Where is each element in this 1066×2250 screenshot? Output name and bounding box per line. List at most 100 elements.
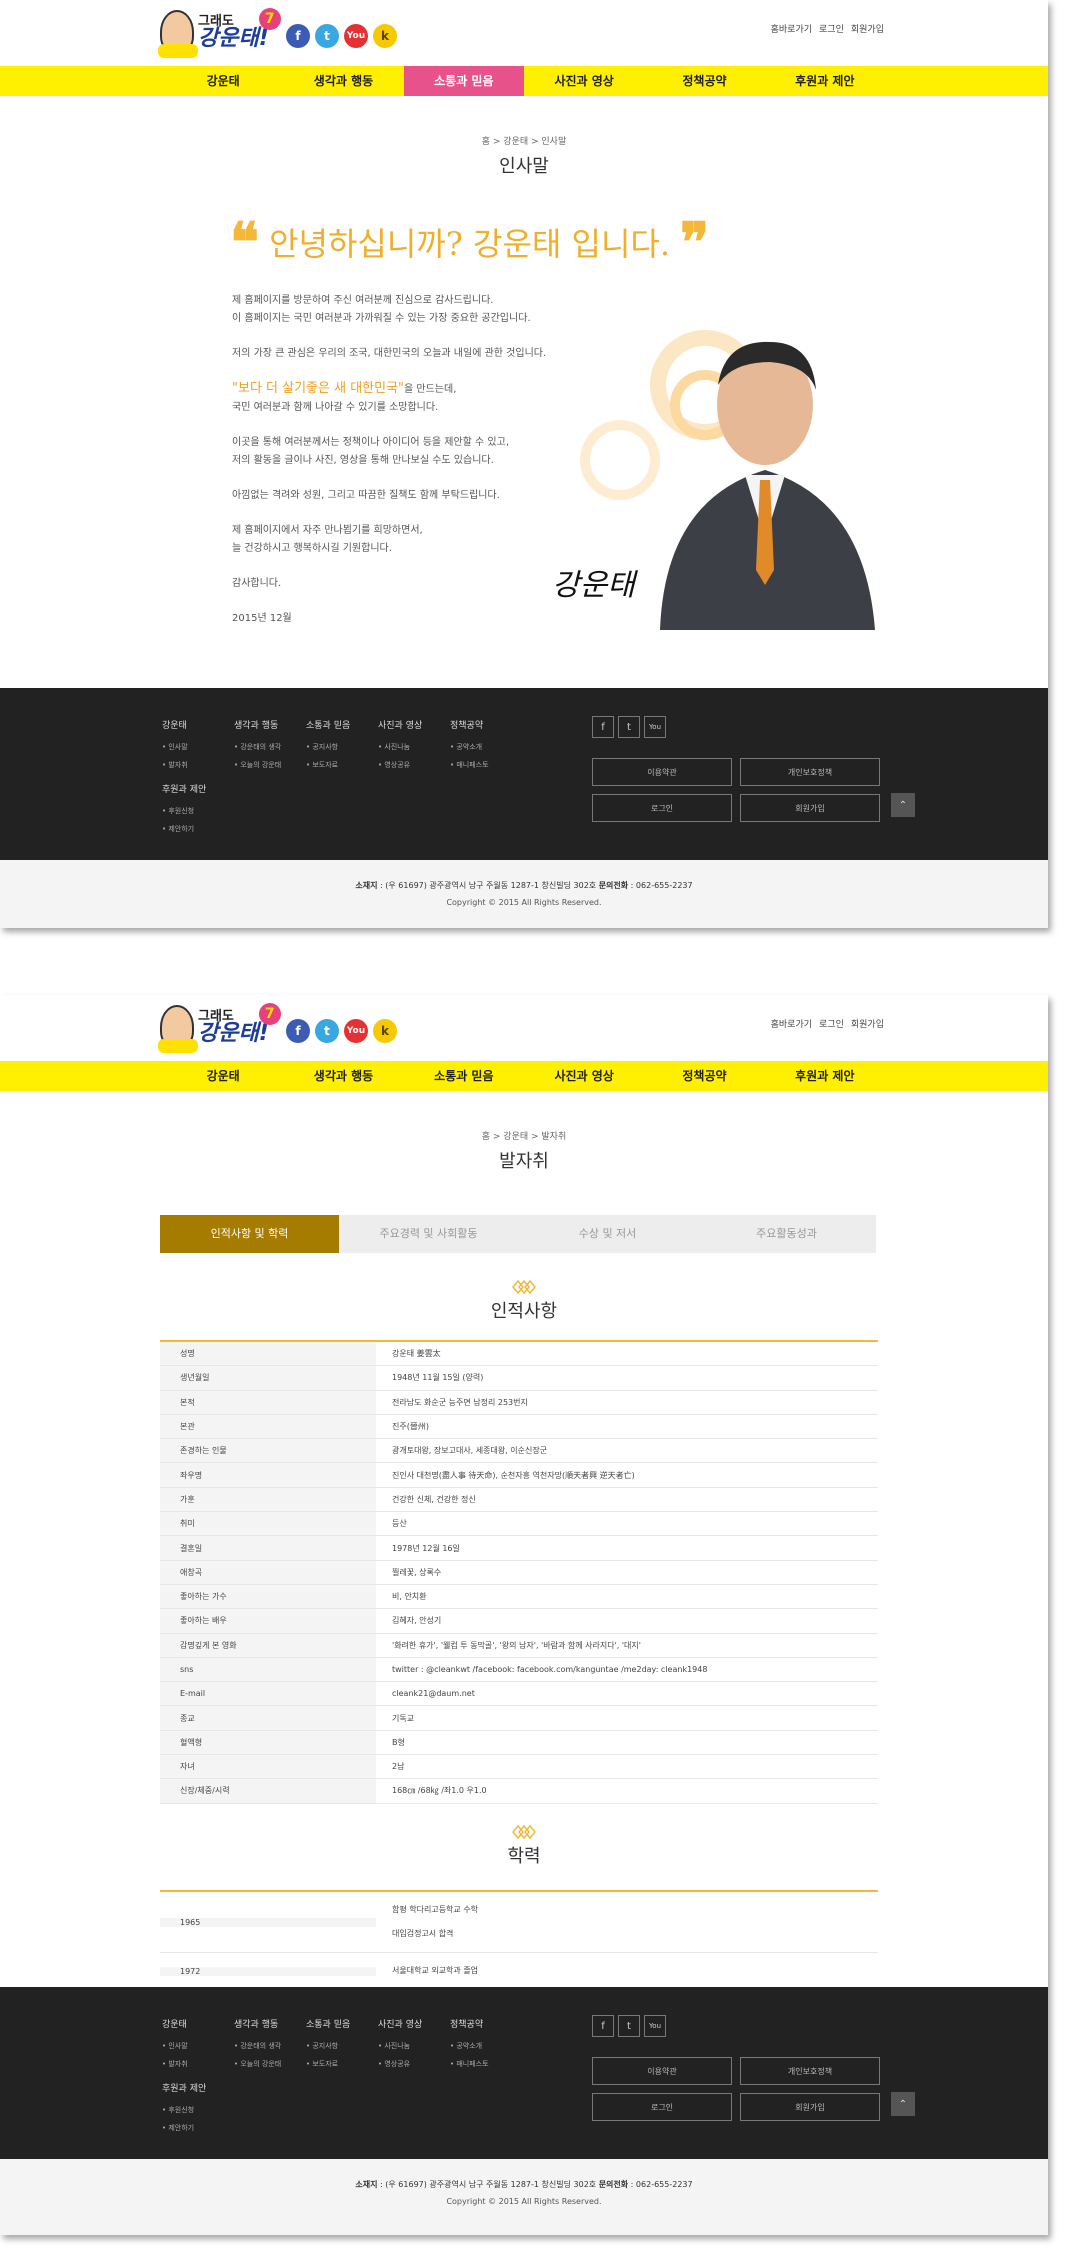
login-link[interactable]: 로그인	[819, 22, 844, 35]
nav-item-support[interactable]: 후원과 제안	[765, 66, 885, 96]
footer-link[interactable]: • 매니페스토	[450, 2055, 520, 2073]
scroll-top-icon[interactable]: ⌃	[891, 2092, 915, 2116]
facebook-icon[interactable]: f	[286, 24, 310, 48]
nav-item-media[interactable]: 사진과 영상	[524, 1061, 644, 1091]
privacy-button[interactable]: 개인보호정책	[740, 758, 880, 786]
footer-col-head[interactable]: 소통과 믿음	[306, 718, 376, 731]
greeting-line: 아낌없는 격려와 성원, 그리고 따끔한 질책도 함께 부탁드립니다.	[232, 490, 500, 501]
nav-item-communication[interactable]: 소통과 믿음	[403, 66, 524, 96]
footer-link[interactable]: • 발자취	[162, 2055, 232, 2073]
footer-link[interactable]: • 공약소개	[450, 738, 520, 756]
footer-col-head[interactable]: 후원과 제안	[162, 2081, 262, 2094]
footer-link[interactable]: • 사진나눔	[378, 2037, 448, 2055]
nav-item-thoughts[interactable]: 생각과 행동	[283, 1061, 403, 1091]
row-value: 서울대학교 외교학과 졸업	[376, 1953, 494, 1989]
footer-link[interactable]: • 제안하기	[162, 2119, 262, 2137]
twitter-icon[interactable]: t	[618, 716, 640, 738]
footer-col: 소통과 믿음 • 공지사항 • 보도자료	[306, 2017, 376, 2073]
footer-col-head[interactable]: 생각과 행동	[234, 2017, 304, 2030]
footer-col: 소통과 믿음 • 공지사항 • 보도자료	[306, 718, 376, 774]
nav-item-communication[interactable]: 소통과 믿음	[404, 1061, 524, 1091]
nav-item-media[interactable]: 사진과 영상	[524, 66, 644, 96]
footer-link[interactable]: • 보도자료	[306, 756, 376, 774]
twitter-icon[interactable]: t	[618, 2015, 640, 2037]
youtube-icon[interactable]: You	[644, 2015, 666, 2037]
footer-login-button[interactable]: 로그인	[592, 2093, 732, 2121]
footer-link[interactable]: • 강운태의 생각	[234, 738, 304, 756]
footer-link[interactable]: • 사진나눔	[378, 738, 448, 756]
site-logo[interactable]: 그래도 강운태! 7	[158, 1003, 281, 1053]
footer-login-button[interactable]: 로그인	[592, 794, 732, 822]
footer-col: 생각과 행동 • 강운태의 생각 • 오늘의 강운태	[234, 2017, 304, 2073]
facebook-icon[interactable]: f	[286, 1019, 310, 1043]
footer-col-head[interactable]: 강운태	[162, 718, 232, 731]
row-label: E-mail	[160, 1682, 376, 1706]
footer-col-head[interactable]: 강운태	[162, 2017, 232, 2030]
login-link[interactable]: 로그인	[819, 1017, 844, 1030]
footer-link[interactable]: • 공지사항	[306, 2037, 376, 2055]
nav-item-policy[interactable]: 정책공약	[644, 1061, 764, 1091]
address-label: 소재지	[355, 2180, 378, 2189]
facebook-icon[interactable]: f	[592, 2015, 614, 2037]
nav-item-thoughts[interactable]: 생각과 행동	[283, 66, 403, 96]
tab-achievements[interactable]: 주요활동성과	[697, 1215, 876, 1253]
tab-personal-education[interactable]: 인적사항 및 학력	[160, 1215, 339, 1253]
signup-link[interactable]: 회원가입	[851, 1017, 884, 1030]
footer-signup-button[interactable]: 회원가입	[740, 794, 880, 822]
footer-link[interactable]: • 인사말	[162, 738, 232, 756]
row-label: 좌우명	[160, 1463, 376, 1487]
footer-link[interactable]: • 공지사항	[306, 738, 376, 756]
signup-link[interactable]: 회원가입	[851, 22, 884, 35]
footer-link[interactable]: • 후원신청	[162, 802, 262, 820]
footer-link[interactable]: • 보도자료	[306, 2055, 376, 2073]
youtube-icon[interactable]: You	[344, 24, 368, 48]
table-row: 가훈 건강한 신체, 건강한 정신	[160, 1487, 878, 1513]
footer-col-head[interactable]: 후원과 제안	[162, 782, 262, 795]
footer-link[interactable]: • 발자취	[162, 756, 232, 774]
footer-link[interactable]: • 강운태의 생각	[234, 2037, 304, 2055]
youtube-icon[interactable]: You	[344, 1019, 368, 1043]
phone-label: 문의전화	[598, 2180, 629, 2189]
privacy-button[interactable]: 개인보호정책	[740, 2057, 880, 2085]
address-text: : (우 61697) 광주광역시 남구 주월동 1287-1 창신빌딩 302…	[377, 2180, 599, 2189]
footer-col-head[interactable]: 사진과 영상	[378, 2017, 448, 2030]
footer-col-head[interactable]: 정책공약	[450, 2017, 520, 2030]
terms-button[interactable]: 이용약관	[592, 758, 732, 786]
home-link[interactable]: 홈바로가기	[771, 22, 812, 35]
footer-link[interactable]: • 후원신청	[162, 2101, 262, 2119]
footer-col: 후원과 제안 • 후원신청 • 제안하기	[162, 2081, 262, 2137]
footer-col-head[interactable]: 사진과 영상	[378, 718, 448, 731]
education-entry: 서울대학교 외교학과 졸업	[392, 1966, 479, 1975]
footer-link[interactable]: • 영상공유	[378, 2055, 448, 2073]
footer-link[interactable]: • 영상공유	[378, 756, 448, 774]
footer-link[interactable]: • 오늘의 강운태	[234, 756, 304, 774]
twitter-icon[interactable]: t	[315, 1019, 339, 1043]
footer-link[interactable]: • 오늘의 강운태	[234, 2055, 304, 2073]
footer-link[interactable]: • 매니페스토	[450, 756, 520, 774]
footer-col-head[interactable]: 생각과 행동	[234, 718, 304, 731]
row-year: 1965	[160, 1917, 376, 1927]
footer-link[interactable]: • 공약소개	[450, 2037, 520, 2055]
footer-link[interactable]: • 제안하기	[162, 820, 262, 838]
footer-col-head[interactable]: 소통과 믿음	[306, 2017, 376, 2030]
kakao-icon[interactable]: k	[373, 1019, 397, 1043]
nav-item-kanguntae[interactable]: 강운태	[163, 66, 283, 96]
scroll-top-icon[interactable]: ⌃	[891, 793, 915, 817]
footer-signup-button[interactable]: 회원가입	[740, 2093, 880, 2121]
site-logo[interactable]: 그래도 강운태! 7	[158, 8, 281, 58]
footer-col-head[interactable]: 정책공약	[450, 718, 520, 731]
tab-awards[interactable]: 수상 및 저서	[518, 1215, 697, 1253]
facebook-icon[interactable]: f	[592, 716, 614, 738]
terms-button[interactable]: 이용약관	[592, 2057, 732, 2085]
kakao-icon[interactable]: k	[373, 24, 397, 48]
tab-career[interactable]: 주요경력 및 사회활동	[339, 1215, 518, 1253]
nav-item-kanguntae[interactable]: 강운태	[163, 1061, 283, 1091]
row-label: 감명깊게 본 영화	[160, 1633, 376, 1657]
youtube-icon[interactable]: You	[644, 716, 666, 738]
history-tabs: 인적사항 및 학력 주요경력 및 사회활동 수상 및 저서 주요활동성과	[160, 1215, 876, 1253]
nav-item-policy[interactable]: 정책공약	[644, 66, 764, 96]
footer-link[interactable]: • 인사말	[162, 2037, 232, 2055]
nav-item-support[interactable]: 후원과 제안	[765, 1061, 885, 1091]
home-link[interactable]: 홈바로가기	[771, 1017, 812, 1030]
twitter-icon[interactable]: t	[315, 24, 339, 48]
